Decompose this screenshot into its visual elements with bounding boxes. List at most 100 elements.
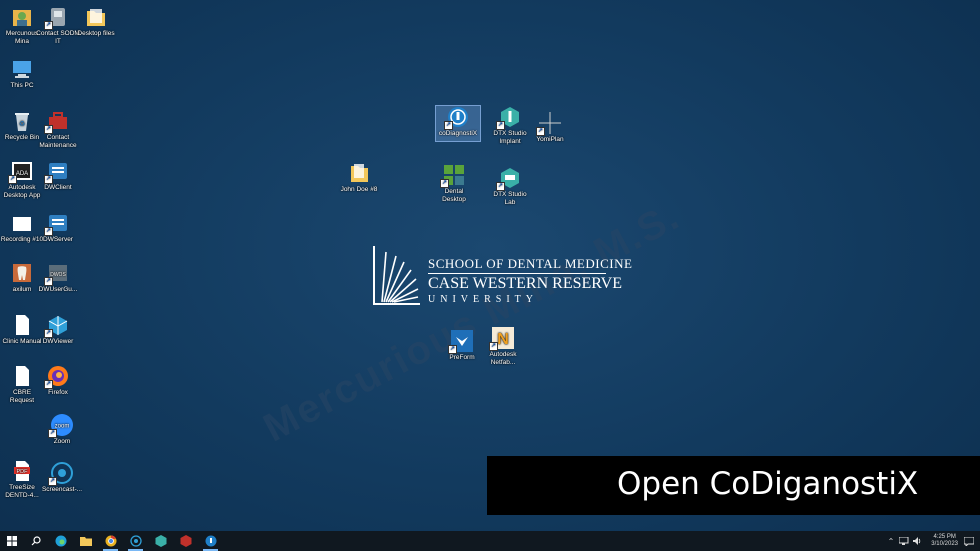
pdf-icon: PDF <box>10 460 34 482</box>
taskbar-app-chrome[interactable] <box>98 531 123 551</box>
desktop-icon-codiagnostix[interactable]: ↗ coDiagnostiX <box>435 105 481 142</box>
tooth-icon <box>10 262 34 284</box>
document-icon <box>10 365 34 387</box>
dtx-lab-icon: ↗ <box>496 167 522 191</box>
crosshair-icon: ↗ <box>536 112 562 136</box>
desktop-icon-firefox[interactable]: ↗ Firefox <box>36 365 80 397</box>
desktop-icon-label: DTX Studio Lab <box>493 191 527 206</box>
desktop-icon-dwviewer[interactable]: ↗ DWViewer <box>36 314 80 346</box>
network-icon[interactable] <box>899 537 909 545</box>
taskbar-app-edge[interactable] <box>48 531 73 551</box>
caption-banner: Open CoDiganostiX <box>487 456 980 515</box>
netfabb-icon: N ↗ <box>489 327 515 351</box>
desktop-icon-dental-desktop[interactable]: ↗ Dental Desktop <box>432 164 476 203</box>
svg-text:PDF: PDF <box>17 469 29 475</box>
taskbar-app-file-explorer[interactable] <box>73 531 98 551</box>
clock-date: 3/10/2023 <box>931 541 958 547</box>
taskbar-app-dtx-studio[interactable] <box>148 531 173 551</box>
desktop-icon-john-doe-8[interactable]: John Doe #8 <box>337 162 381 194</box>
dtx-studio-icon <box>155 535 166 547</box>
document-icon <box>10 212 34 234</box>
shortcut-arrow-icon: ↗ <box>489 342 498 351</box>
phone-icon: ↗ <box>44 6 70 30</box>
desktop-icon-label: coDiagnostiX <box>438 130 478 137</box>
desktop-icon-label: Firefox <box>48 389 68 396</box>
desktop-icon-label: This PC <box>10 82 34 89</box>
logo-university-word: UNIVERSITY <box>428 294 538 305</box>
notification-icon[interactable] <box>964 536 974 546</box>
edge-icon <box>55 535 66 547</box>
sunburst-logo-icon <box>373 246 420 305</box>
dw-guide-icon: DWOS ↗ <box>44 262 70 286</box>
desktop-icon-label: DTX Studio Implant <box>493 130 527 145</box>
dw-viewer-icon: ↗ <box>44 314 70 338</box>
dtx-implant-icon: ↗ <box>496 106 522 130</box>
taskbar-app-screencast[interactable] <box>123 531 148 551</box>
folder-icon <box>84 6 108 28</box>
shortcut-arrow-icon: ↗ <box>444 121 453 130</box>
desktop-icon-label: TreeSize DENTD-4... <box>5 484 39 499</box>
shortcut-arrow-icon: ↗ <box>44 227 53 236</box>
recycle-bin-icon: ♻ <box>10 110 34 132</box>
desktop-icon-label: John Doe #8 <box>340 186 378 193</box>
desktop-icon-dwclient[interactable]: ↗ DWClient <box>36 160 80 192</box>
shortcut-arrow-icon: ↗ <box>8 175 17 184</box>
desktop-icon-label: DWServer <box>43 236 73 243</box>
codiagnostix-icon <box>205 535 216 547</box>
shortcut-arrow-icon: ↗ <box>44 329 53 338</box>
school-logo: SCHOOL OF DENTAL MEDICINE CASE WESTERN R… <box>372 244 632 308</box>
desktop-icon-treesize[interactable]: PDF TreeSize DENTD-4... <box>0 460 44 499</box>
zoom-icon: zoom ↗ <box>48 414 74 438</box>
caption-text: Open CoDiganostiX <box>617 466 919 502</box>
document-icon <box>10 314 34 336</box>
desktop-icon-screencast[interactable]: ↗ Screencast-... <box>40 462 84 494</box>
computer-icon <box>10 58 34 80</box>
taskbar-app-codiagnostix[interactable] <box>198 531 223 551</box>
clock-time: 4:25 PM <box>933 534 956 540</box>
desktop-icon-label: DWClient <box>44 184 72 191</box>
desktop-icon-label: Contact Maintenance <box>39 134 77 149</box>
screencast-icon <box>129 535 142 547</box>
logo-divider <box>428 273 606 274</box>
shortcut-arrow-icon: ↗ <box>44 380 53 389</box>
desktop-icon-dwuserguide[interactable]: DWOS ↗ DWUserGu... <box>36 262 80 294</box>
desktop-icon-label: DWViewer <box>42 338 74 345</box>
toolbox-icon: ↗ <box>44 110 70 134</box>
taskbar-app-dental[interactable] <box>173 531 198 551</box>
desktop-icon-dwserver[interactable]: ↗ DWServer <box>36 212 80 244</box>
shortcut-arrow-icon: ↗ <box>44 125 53 134</box>
desktop-icon-dtx-studio-implant[interactable]: ↗ DTX Studio Implant <box>488 106 532 145</box>
shortcut-arrow-icon: ↗ <box>448 345 457 354</box>
volume-icon[interactable] <box>913 537 923 545</box>
dw-server-icon: ↗ <box>44 212 70 236</box>
chrome-icon <box>105 535 116 547</box>
logo-university-name: CASE WESTERN RESERVE <box>428 275 622 292</box>
dw-client-icon: ↗ <box>44 160 70 184</box>
desktop: Mercurious Mina, M.S. Mercunous Mina ↗ C… <box>0 0 980 531</box>
desktop-icon-label: DWUserGu... <box>38 286 78 293</box>
user-folder-icon <box>10 6 34 28</box>
desktop-icon-dtx-studio-lab[interactable]: ↗ DTX Studio Lab <box>488 167 532 206</box>
start-button[interactable] <box>0 531 24 551</box>
desktop-icon-zoom[interactable]: zoom ↗ Zoom <box>40 414 84 446</box>
logo-school-name: SCHOOL OF DENTAL MEDICINE <box>428 256 633 271</box>
autodesk-icon: ADA ↗ <box>8 160 34 184</box>
desktop-icon-autodesk-netfabb[interactable]: N ↗ Autodesk Netfab... <box>481 327 525 366</box>
desktop-icon-label: Screencast-... <box>41 486 83 493</box>
taskbar-clock[interactable]: 4:25 PM 3/10/2023 <box>931 534 958 548</box>
shortcut-arrow-icon: ↗ <box>44 21 53 30</box>
desktop-icon-contact-maintenance[interactable]: ↗ Contact Maintenance <box>36 110 80 149</box>
shortcut-arrow-icon: ↗ <box>48 477 57 486</box>
desktop-icon-yomiplan[interactable]: ↗ YomiPlan <box>528 112 572 144</box>
desktop-icon-label: Zoom <box>53 438 71 445</box>
desktop-icon-this-pc[interactable]: This PC <box>0 58 44 90</box>
search-button[interactable] <box>24 531 48 551</box>
desktop-icon-desktop-files[interactable]: Desktop files <box>74 6 118 38</box>
chevron-up-icon[interactable]: ⌃ <box>888 537 895 546</box>
system-tray: ⌃ 4:25 PM 3/10/2023 <box>885 531 980 551</box>
windows-icon <box>7 536 17 546</box>
desktop-icon-preform[interactable]: ↗ PreForm <box>440 330 484 362</box>
svg-text:N: N <box>497 331 509 348</box>
svg-text:♻: ♻ <box>19 121 25 128</box>
search-icon <box>31 536 41 546</box>
